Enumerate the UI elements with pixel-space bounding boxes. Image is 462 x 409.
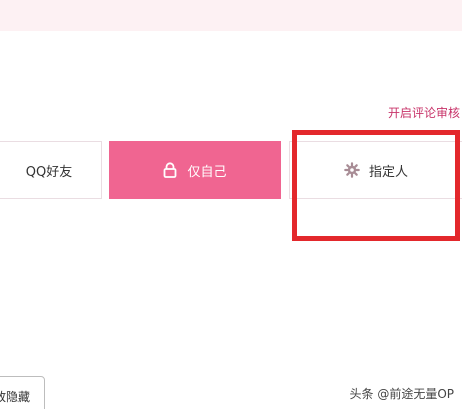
watermark-text: 头条 @前途无量OP — [349, 387, 455, 401]
option-label: 仅自己 — [187, 164, 227, 180]
gear-icon — [344, 162, 360, 178]
option-label: 指定人 — [368, 164, 408, 180]
top-band — [0, 0, 462, 31]
settings-panel: 开启评论审核 QQ好友 仅自己 指定人 隐藏 头条 @前途无量OP — [0, 0, 462, 409]
visibility-option-qq-friends[interactable]: QQ好友 — [0, 141, 102, 199]
lock-icon — [163, 162, 177, 178]
option-label: QQ好友 — [25, 164, 73, 180]
visibility-option-only-me[interactable]: 仅自己 — [109, 141, 281, 199]
comment-review-toggle-link[interactable]: 开启评论审核 — [388, 104, 460, 121]
hide-button[interactable]: 放隐藏 — [0, 376, 45, 409]
visibility-option-specified-people[interactable]: 指定人 — [289, 141, 462, 199]
